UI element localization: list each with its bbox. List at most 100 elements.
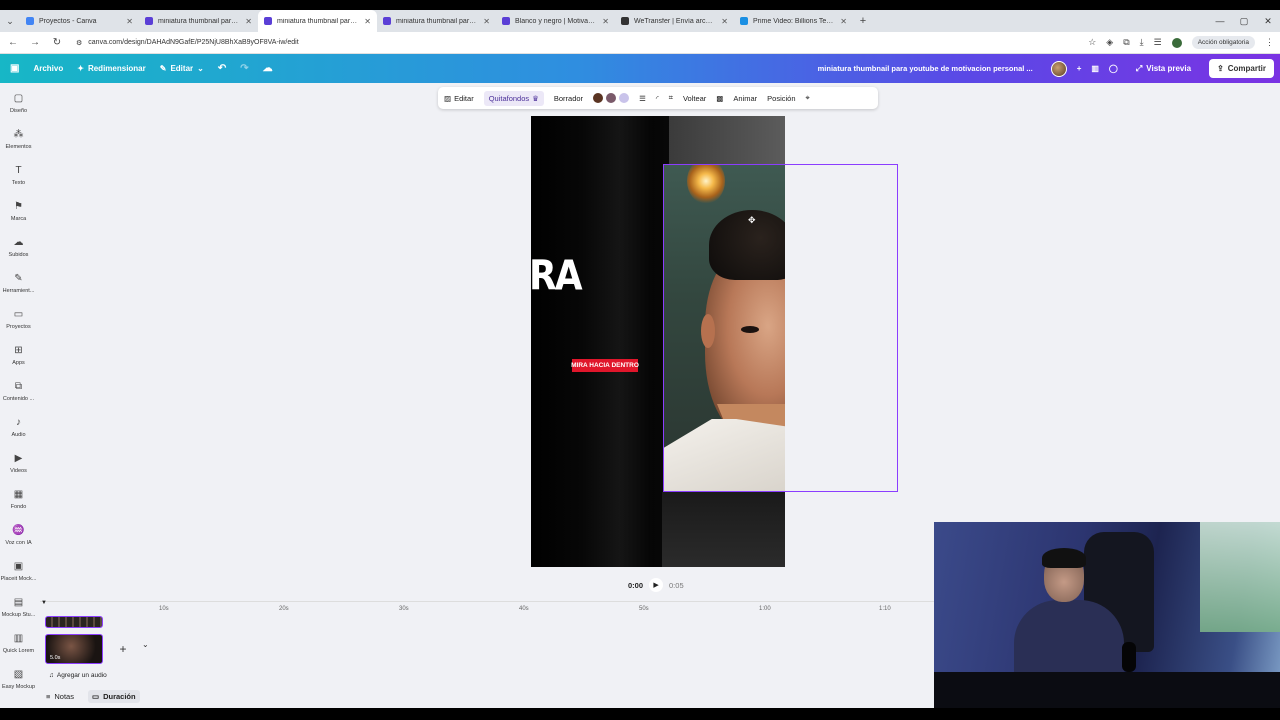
sidebar-item[interactable]: ♒ Voz con IA — [0, 525, 37, 546]
redimensionar-button[interactable]: ✦ Redimensionar — [77, 64, 146, 73]
download-icon[interactable]: ⤓ — [1140, 37, 1144, 48]
new-tab-button[interactable]: + — [853, 10, 873, 32]
animar-button[interactable]: Animar — [733, 94, 757, 103]
sidebar-item[interactable]: ▶ Videos — [0, 453, 37, 474]
headline-text[interactable]: RA — [531, 253, 583, 300]
webcam-desk — [934, 672, 1280, 708]
audio-icon: ♪ — [16, 417, 21, 428]
sparkle-icon: ✦ — [77, 64, 84, 73]
notas-button[interactable]: ≡ Notas — [42, 690, 78, 703]
duracion-button[interactable]: ▭ Duración — [87, 690, 140, 703]
browser-tab[interactable]: miniatura thumbnail para youtube ✕ — [139, 10, 258, 32]
browser-menu-icon[interactable]: ⋮ — [1265, 37, 1274, 48]
playhead-marker[interactable]: ▼ — [41, 600, 47, 606]
url-field[interactable]: ⚙ canva.com/design/DAHAdN9GafE/P25NjU8Bh… — [72, 34, 1080, 52]
sidebar-item[interactable]: ♪ Audio — [0, 417, 37, 438]
tab-close-icon[interactable]: ✕ — [602, 17, 609, 26]
browser-tab[interactable]: Proyectos - Canva ✕ — [20, 10, 139, 32]
minimize-icon[interactable]: — — [1208, 10, 1232, 32]
sidebar-item[interactable]: ▭ Proyectos — [0, 309, 37, 330]
insights-chart-icon[interactable]: ▥ — [1091, 64, 1099, 73]
border-style-icon[interactable]: ☰ — [639, 94, 646, 103]
comment-icon[interactable]: ◯ — [1109, 64, 1118, 73]
timeline-ruler[interactable]: ▼ 10s 20s 30s 40s 50s 1:00 1:10 — [40, 600, 934, 617]
site-info-icon[interactable]: ⚙ — [76, 39, 82, 47]
design-title[interactable]: miniatura thumbnail para youtube de moti… — [818, 64, 1033, 73]
back-icon[interactable]: ← — [6, 37, 20, 48]
video-clip[interactable]: 5.0s — [45, 634, 103, 664]
undo-button[interactable]: ↶ — [218, 63, 226, 74]
tab-close-icon[interactable]: ✕ — [126, 17, 133, 26]
extensions-icon[interactable]: ⧉ — [1123, 37, 1129, 48]
tab-close-icon[interactable]: ✕ — [721, 17, 728, 26]
sidebar-item[interactable]: ⧉ Contenido ... — [0, 381, 37, 402]
timeline-tick: 20s — [279, 606, 289, 612]
archivo-button[interactable]: Archivo — [33, 64, 63, 73]
paint-format-icon[interactable]: ⌖ — [806, 93, 810, 103]
sidebar-item[interactable]: T Texto — [0, 165, 37, 186]
total-duration: 0:05 — [669, 580, 684, 590]
tab-close-icon[interactable]: ✕ — [840, 17, 847, 26]
sidebar-item[interactable]: ▦ Fondo — [0, 489, 37, 510]
tab-close-icon[interactable]: ✕ — [364, 17, 371, 26]
corner-rounding-icon[interactable]: ◜ — [656, 94, 659, 103]
extension-shield-icon[interactable]: ◈ — [1106, 37, 1113, 48]
menu-panel-icon[interactable]: ▣ — [10, 63, 19, 74]
browser-tab[interactable]: Blanco y negro | Motivacional | ... ✕ — [496, 10, 615, 32]
tab-close-icon[interactable]: ✕ — [245, 17, 252, 26]
browser-tab[interactable]: WeTransfer | Envía archivos gra... ✕ — [615, 10, 734, 32]
sidebar-item[interactable]: ⁂ Elementos — [0, 129, 37, 150]
add-audio-button[interactable]: ♫ Agregar un audio — [49, 672, 107, 679]
profile-avatar-icon[interactable] — [1171, 37, 1182, 48]
transparency-icon[interactable]: ▩ — [716, 94, 723, 103]
selection-box[interactable] — [663, 164, 898, 492]
color-swatch[interactable] — [593, 93, 604, 103]
browser-tab[interactable]: miniatura thumbnail para youtube ✕ — [258, 10, 377, 32]
reload-icon[interactable]: ↻ — [50, 37, 64, 48]
add-collaborator-icon[interactable]: + — [1077, 64, 1082, 73]
sidebar-item[interactable]: ⊞ Apps — [0, 345, 37, 366]
sidebar-item[interactable]: ▧ Easy Mockup — [0, 669, 37, 690]
add-page-button[interactable]: + — [110, 636, 136, 662]
color-swatch[interactable] — [606, 93, 617, 103]
color-swatch[interactable] — [619, 93, 630, 103]
timeline-chevron-icon[interactable]: ⌄ — [142, 640, 149, 649]
sidebar-item[interactable]: ☁ Subidos — [0, 237, 37, 258]
browser-tab[interactable]: miniatura thumbnail para youtube ✕ — [377, 10, 496, 32]
accion-obligatoria-button[interactable]: Acción obligatoria — [1191, 36, 1255, 49]
bookmark-star-icon[interactable]: ☆ — [1088, 37, 1096, 48]
crop-icon[interactable]: ⌗ — [669, 93, 673, 103]
cloud-save-icon[interactable]: ☁ — [263, 63, 273, 74]
editar-mode-button[interactable]: ✎ Editar ⌄ — [160, 64, 204, 73]
move-cursor-icon: ✥ — [748, 215, 756, 225]
posicion-button[interactable]: Posición — [767, 94, 795, 103]
settings-sliders-icon[interactable]: ☰ — [1154, 37, 1162, 48]
close-window-icon[interactable]: ✕ — [1256, 10, 1280, 32]
collaborator-avatar[interactable] — [1050, 60, 1067, 77]
quitafondos-button[interactable]: Quitafondos ♛ — [483, 90, 544, 106]
sidebar-item[interactable]: ▢ Diseño — [0, 93, 37, 114]
redo-button[interactable]: ↷ — [240, 63, 248, 74]
sidebar-item[interactable]: ✎ Herramient... — [0, 273, 37, 294]
banner-text[interactable]: MIRA HACIA DENTRO — [571, 359, 639, 372]
borrador-button[interactable]: Borrador — [554, 94, 583, 103]
sidebar-item[interactable]: ▥ Quick Lorem — [0, 633, 37, 654]
maximize-icon[interactable]: ▢ — [1232, 10, 1256, 32]
sidebar-item[interactable]: ▣ Placeit Mock... — [0, 561, 37, 582]
text-track-clip[interactable] — [45, 616, 103, 628]
vista-previa-button[interactable]: ⤢ Vista previa — [1128, 60, 1199, 78]
sidebar-item-label: Herramient... — [2, 288, 35, 294]
sidebar-item-label: Subidos — [8, 252, 29, 258]
play-button[interactable]: ▶ — [649, 578, 664, 592]
tab-close-icon[interactable]: ✕ — [483, 17, 490, 26]
tab-favicon-icon — [26, 17, 34, 25]
sidebar-item[interactable]: ⚑ Marca — [0, 201, 37, 222]
browser-tab[interactable]: Prime Video: Billions Temporada ✕ — [734, 10, 853, 32]
forward-icon[interactable]: → — [28, 37, 42, 48]
sidebar-item[interactable]: ▤ Mockup Stu... — [0, 597, 37, 618]
tab-search-icon[interactable]: ⌄ — [0, 10, 20, 32]
compartir-button[interactable]: ⇪ Compartir — [1209, 59, 1274, 78]
voltear-button[interactable]: Voltear — [683, 94, 706, 103]
music-note-icon: ♫ — [49, 672, 54, 679]
edit-image-button[interactable]: ▨ Editar — [444, 94, 474, 103]
